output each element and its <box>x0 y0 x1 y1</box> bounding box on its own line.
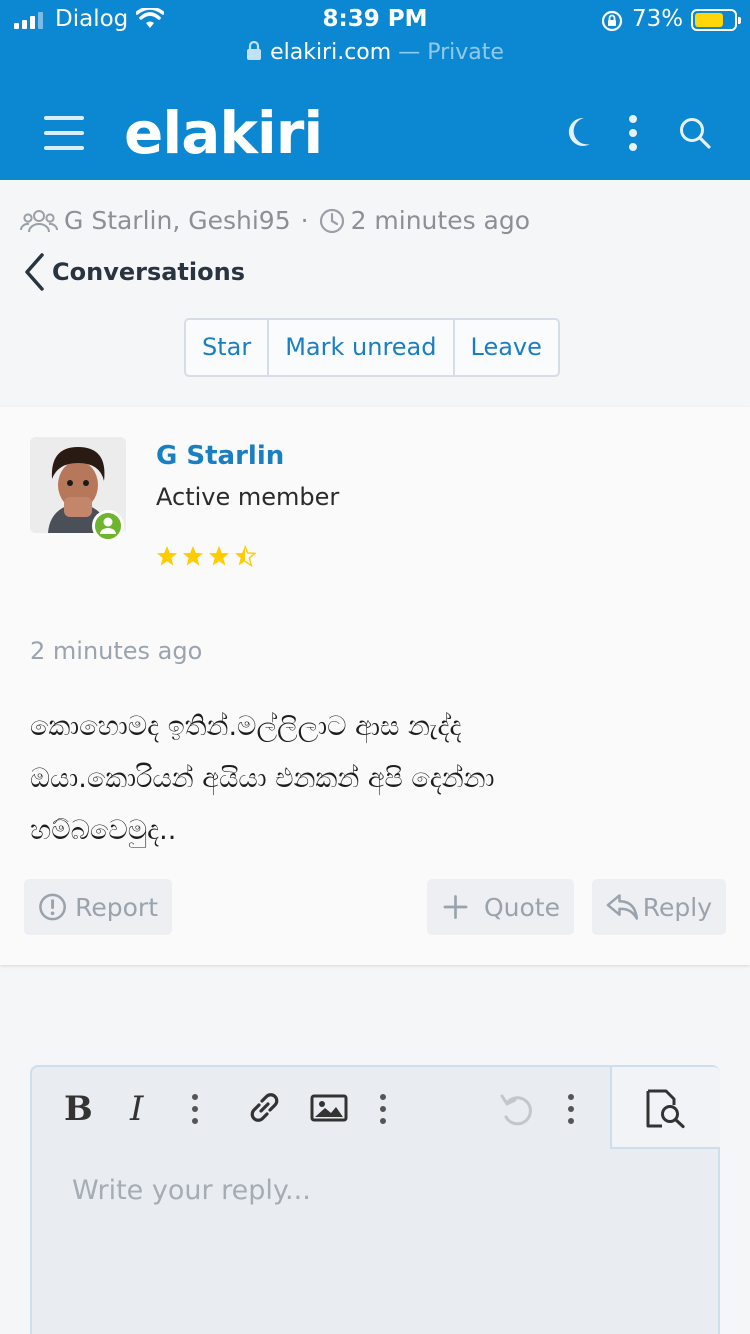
svg-text:B: B <box>64 1089 92 1127</box>
svg-text:I: I <box>129 1089 144 1127</box>
author-name[interactable]: G Starlin <box>156 441 284 471</box>
clock-icon <box>319 208 344 233</box>
link-icon[interactable] <box>244 1089 284 1127</box>
preview-button[interactable] <box>610 1067 720 1149</box>
star-icon <box>209 546 229 566</box>
reply-label: Reply <box>642 892 712 922</box>
battery-percent: 73% <box>632 6 684 32</box>
rating-stars <box>156 545 256 567</box>
message-card: G Starlin Active member 2 minutes ago කො… <box>0 407 750 965</box>
message-body: කොහොමද ඉතින්.මල්ලිලාට ආස නැද්ද ඔයා.කොරිය… <box>30 701 720 857</box>
leave-button[interactable]: Leave <box>455 320 558 375</box>
message-line: ඔයා.කොරියන් අයියා එනකන් අපි දෙන්නා <box>30 763 495 794</box>
conversation-meta: G Starlin, Geshi95 · 2 minutes ago <box>20 206 530 235</box>
message-line: හම්බවෙමුද.. <box>30 815 177 846</box>
plus-icon <box>443 895 468 919</box>
mark-unread-button[interactable]: Mark unread <box>269 320 455 375</box>
preview-icon <box>646 1089 685 1129</box>
menu-icon[interactable] <box>44 116 84 150</box>
editor-toolbar: B I <box>32 1067 610 1149</box>
image-icon[interactable] <box>310 1093 348 1123</box>
back-label: Conversations <box>52 258 245 286</box>
reply-placeholder: Write your reply... <box>72 1175 311 1206</box>
conversation-actions: Star Mark unread Leave <box>184 318 560 377</box>
status-bar: Dialog 8:39 PM 73% <box>0 0 750 40</box>
url-bar[interactable]: elakiri.com — Private <box>0 40 750 72</box>
undo-icon[interactable] <box>498 1091 536 1129</box>
padlock-icon <box>247 41 262 60</box>
battery-icon <box>691 9 741 31</box>
more-options-icon[interactable] <box>626 114 640 152</box>
italic-icon[interactable]: I <box>128 1089 156 1127</box>
dark-mode-icon[interactable] <box>564 114 594 150</box>
site-logo[interactable]: elakiri <box>124 98 323 168</box>
reply-editor[interactable]: B I Write your reply... <box>30 1065 720 1334</box>
message-time[interactable]: 2 minutes ago <box>30 637 202 665</box>
users-icon <box>20 209 58 232</box>
more-text-options-icon[interactable] <box>190 1093 200 1125</box>
more-insert-options-icon[interactable] <box>378 1093 388 1125</box>
star-button[interactable]: Star <box>186 320 270 375</box>
star-icon <box>157 546 177 566</box>
online-status-icon <box>92 510 124 542</box>
browsing-mode: — Private <box>398 40 504 65</box>
warning-circle-icon <box>39 893 66 921</box>
more-editor-options-icon[interactable] <box>566 1093 576 1125</box>
reply-icon <box>606 894 639 920</box>
participants: G Starlin, Geshi95 <box>64 206 291 235</box>
search-icon[interactable] <box>678 116 712 150</box>
conversation-updated: 2 minutes ago <box>350 206 531 235</box>
bold-icon[interactable]: B <box>62 1089 92 1127</box>
reply-button[interactable]: Reply <box>592 879 726 935</box>
star-icon <box>183 546 203 566</box>
meta-separator: · <box>300 206 309 235</box>
back-to-conversations-link[interactable]: Conversations <box>22 252 245 292</box>
quote-label: Quote <box>483 892 560 922</box>
app-header: Dialog 8:39 PM 73% elakiri.com — Private… <box>0 0 750 180</box>
quote-button[interactable]: Quote <box>427 879 574 935</box>
orientation-lock-icon <box>601 10 623 32</box>
half-star-icon <box>235 545 256 567</box>
report-label: Report <box>75 892 158 922</box>
page-content: G Starlin, Geshi95 · 2 minutes ago Conve… <box>0 180 750 1334</box>
user-title: Active member <box>156 483 340 511</box>
message-line: කොහොමද ඉතින්.මල්ලිලාට ආස නැද්ද <box>30 711 462 742</box>
report-button[interactable]: Report <box>24 879 172 935</box>
chevron-left-icon <box>25 253 44 291</box>
url-host: elakiri.com <box>270 40 392 65</box>
